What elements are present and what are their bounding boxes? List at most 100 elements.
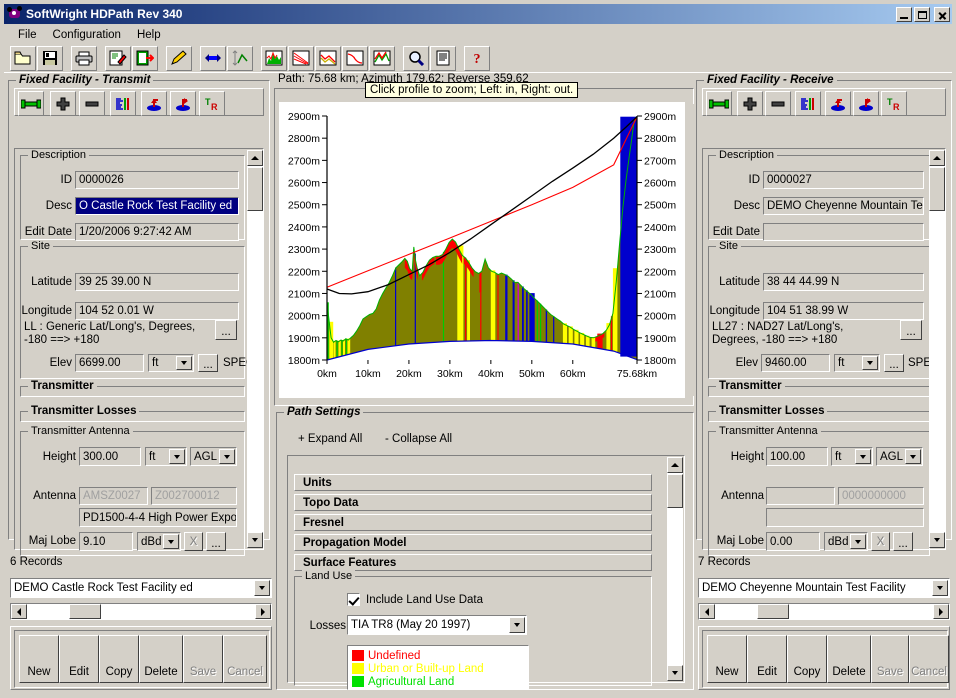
receive-scrollbar[interactable] bbox=[929, 150, 945, 548]
transmit-height-field[interactable]: 300.00 bbox=[79, 447, 141, 466]
transmit-losses-group[interactable]: Transmitter Losses bbox=[20, 405, 245, 422]
list-icon[interactable] bbox=[110, 91, 136, 116]
signal-plot-icon[interactable] bbox=[315, 45, 341, 71]
transmit-scroll-thumb[interactable] bbox=[247, 167, 263, 211]
receive-scroll-up-button[interactable] bbox=[929, 150, 945, 166]
receive-height-field[interactable]: 100.00 bbox=[766, 447, 828, 466]
receive-losses-group[interactable]: Transmitter Losses bbox=[708, 405, 930, 422]
expand-all-link[interactable]: + Expand All bbox=[298, 433, 362, 445]
receive-elev-unit-combo[interactable]: ft bbox=[834, 354, 880, 372]
receive-hscroll-thumb[interactable] bbox=[757, 604, 789, 619]
transmit-delete-button[interactable]: Delete bbox=[139, 635, 183, 683]
receive-latitude-field[interactable]: 38 44 44.99 N bbox=[763, 273, 924, 291]
receive-desc-field[interactable]: DEMO Cheyenne Mountain Te bbox=[763, 197, 924, 215]
add-icon[interactable] bbox=[737, 91, 763, 116]
transmit-height-ref-combo[interactable]: AGL bbox=[190, 447, 237, 466]
export-site-icon[interactable] bbox=[170, 91, 196, 116]
transmit-edit-button[interactable]: Edit bbox=[59, 635, 99, 683]
save-file-icon[interactable] bbox=[37, 45, 63, 71]
swap-tr-icon[interactable]: TR bbox=[199, 91, 225, 116]
transmit-scrollbar[interactable] bbox=[247, 150, 263, 548]
section-units[interactable]: Units bbox=[294, 474, 652, 491]
remove-icon[interactable] bbox=[765, 91, 791, 116]
receive-scroll-track[interactable] bbox=[929, 166, 945, 532]
coverage-plot-icon[interactable] bbox=[342, 45, 368, 71]
transmit-hscroll-thumb[interactable] bbox=[69, 604, 101, 619]
receive-elev-button[interactable]: ... bbox=[884, 354, 904, 372]
receive-antenna-model-field[interactable] bbox=[766, 508, 924, 527]
transmit-antenna-code-field[interactable]: AMSZ0027 bbox=[79, 487, 148, 505]
remove-icon[interactable] bbox=[79, 91, 105, 116]
transmit-height-unit-combo[interactable]: ft bbox=[145, 447, 187, 466]
transmit-desc-field[interactable]: O Castle Rock Test Facility ed bbox=[75, 197, 239, 215]
receive-cancel-button[interactable]: Cancel bbox=[909, 635, 949, 683]
receive-majlobe-browse-button[interactable]: ... bbox=[893, 532, 913, 551]
transmit-elev-unit-combo[interactable]: ft bbox=[148, 354, 194, 372]
transmit-hscrollbar[interactable] bbox=[10, 603, 272, 620]
receive-height-ref-combo[interactable]: AGL bbox=[876, 447, 923, 466]
transmit-facility-combo[interactable]: DEMO Castle Rock Test Facility ed bbox=[10, 578, 272, 598]
list-icon[interactable] bbox=[795, 91, 821, 116]
transmit-id-field[interactable]: 0000026 bbox=[75, 171, 239, 189]
receive-majlobe-clear-button[interactable]: X bbox=[871, 532, 890, 551]
section-propagation-model[interactable]: Propagation Model bbox=[294, 534, 652, 551]
vertical-resize-icon[interactable] bbox=[227, 45, 253, 71]
transmit-latitude-field[interactable]: 39 25 39.00 N bbox=[75, 273, 239, 291]
transmit-scroll-track[interactable] bbox=[247, 166, 263, 532]
receive-editdate-field[interactable] bbox=[763, 223, 924, 241]
receive-majlobe-field[interactable]: 0.00 bbox=[766, 532, 820, 551]
transmit-copy-button[interactable]: Copy bbox=[99, 635, 139, 683]
horizontal-resize-icon[interactable] bbox=[200, 45, 226, 71]
transmit-hscroll-right-button[interactable] bbox=[255, 604, 271, 619]
menu-help[interactable]: Help bbox=[129, 27, 169, 43]
collapse-all-link[interactable]: - Collapse All bbox=[385, 433, 452, 445]
section-fresnel[interactable]: Fresnel bbox=[294, 514, 652, 531]
close-button[interactable] bbox=[934, 6, 950, 22]
transmit-majlobe-unit-combo[interactable]: dBd bbox=[137, 532, 181, 551]
minimize-button[interactable] bbox=[896, 6, 912, 22]
link-icon[interactable] bbox=[706, 91, 732, 116]
receive-antenna-serial-field[interactable]: 0000000000 bbox=[838, 487, 924, 505]
receive-hscrollbar[interactable] bbox=[698, 603, 950, 620]
transmit-elev-button[interactable]: ... bbox=[198, 354, 218, 372]
transmit-editdate-field[interactable]: 1/20/2006 9:27:42 AM bbox=[75, 223, 239, 241]
path-settings-scrollbar[interactable] bbox=[667, 457, 683, 681]
transmit-hscroll-track[interactable] bbox=[27, 604, 255, 619]
terrain-profile-icon[interactable] bbox=[261, 45, 287, 71]
path-settings-scroll-up-button[interactable] bbox=[667, 457, 683, 473]
transmit-scroll-up-button[interactable] bbox=[247, 150, 263, 166]
receive-edit-button[interactable]: Edit bbox=[747, 635, 787, 683]
receive-facility-combo[interactable]: DEMO Cheyenne Mountain Test Facility bbox=[698, 578, 950, 598]
receive-hscroll-left-button[interactable] bbox=[699, 604, 715, 619]
section-surface-features[interactable]: Surface Features bbox=[294, 554, 652, 571]
transmit-majlobe-browse-button[interactable]: ... bbox=[206, 532, 226, 551]
path-settings-scroll-thumb[interactable] bbox=[667, 474, 683, 508]
import-icon[interactable] bbox=[141, 91, 167, 116]
terrain-profile-chart[interactable]: 1800m 1800m 1900m 1900m 2000m 2000m 2100m 2100m… bbox=[279, 102, 685, 398]
losses-combo[interactable]: TIA TR8 (May 20 1997) bbox=[347, 615, 527, 635]
receive-copy-button[interactable]: Copy bbox=[787, 635, 827, 683]
export-site-icon[interactable] bbox=[853, 91, 879, 116]
swap-tr-icon[interactable]: TR bbox=[881, 91, 907, 116]
receive-transmitter-group[interactable]: Transmitter bbox=[708, 380, 930, 397]
receive-datum-button[interactable]: ... bbox=[900, 320, 922, 340]
transmit-save-button[interactable]: Save bbox=[183, 635, 223, 683]
receive-delete-button[interactable]: Delete bbox=[827, 635, 871, 683]
transmit-hscroll-left-button[interactable] bbox=[11, 604, 27, 619]
section-topo-data[interactable]: Topo Data bbox=[294, 494, 652, 511]
transmit-antenna-model-field[interactable]: PD1500-4-4 High Power Expo bbox=[79, 508, 237, 527]
transmit-antenna-serial-field[interactable]: Z002700012 bbox=[151, 487, 237, 505]
help-icon[interactable]: ? bbox=[464, 45, 490, 71]
export-icon[interactable] bbox=[132, 45, 158, 71]
receive-longitude-field[interactable]: 104 51 38.99 W bbox=[763, 302, 924, 320]
transmit-scroll-down-button[interactable] bbox=[247, 532, 263, 548]
receive-save-button[interactable]: Save bbox=[871, 635, 909, 683]
report-icon[interactable] bbox=[430, 45, 456, 71]
receive-antenna-code-field[interactable] bbox=[766, 487, 835, 505]
multi-plot-icon[interactable] bbox=[369, 45, 395, 71]
open-file-icon[interactable] bbox=[10, 45, 36, 71]
edit-report-icon[interactable] bbox=[105, 45, 131, 71]
print-icon[interactable] bbox=[71, 45, 97, 71]
transmit-datum-button[interactable]: ... bbox=[215, 320, 237, 340]
receive-elev-field[interactable]: 9460.00 bbox=[761, 354, 830, 372]
